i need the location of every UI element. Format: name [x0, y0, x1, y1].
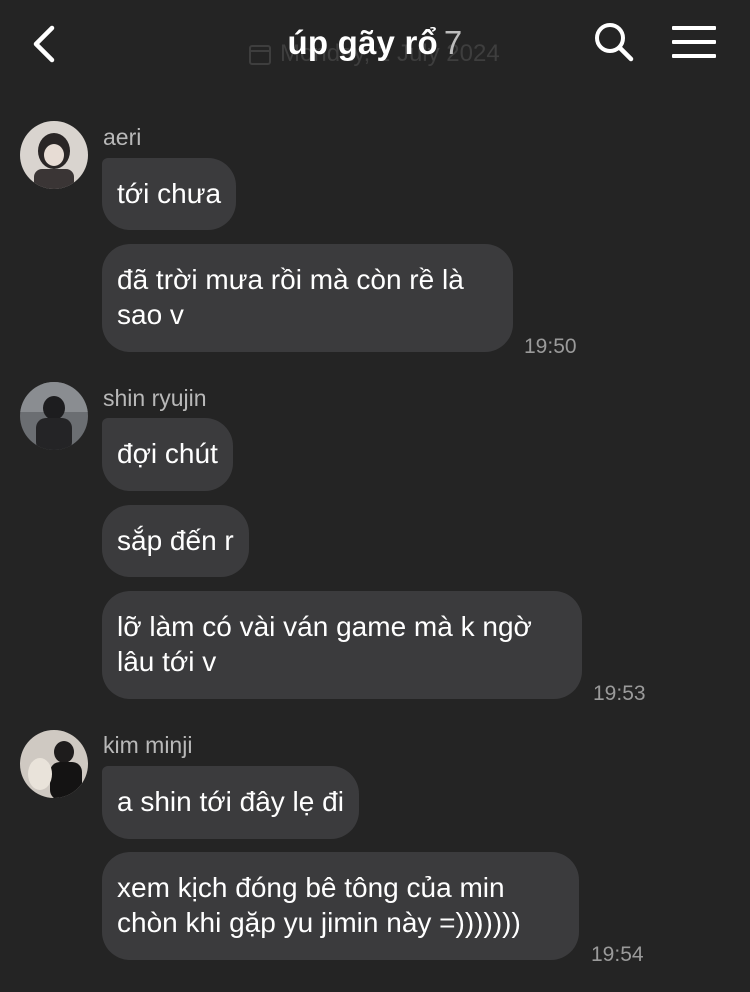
search-icon — [595, 23, 634, 62]
chat-header: Monday, 1 July 2024 úp gãy rổ 7 — [0, 0, 750, 92]
message-bubble[interactable]: lỡ làm có vài ván game mà k ngờ lâu tới … — [102, 591, 582, 699]
member-count: 7 — [443, 24, 463, 61]
message-bubble[interactable]: xem kịch đóng bê tông của min chòn khi g… — [102, 852, 579, 960]
avatar-aeri[interactable] — [20, 121, 88, 189]
avatar-image — [20, 730, 88, 798]
message-timestamp: 19:54 — [591, 943, 644, 966]
message-timestamp: 19:50 — [524, 335, 577, 358]
message-bubble[interactable]: a shin tới đây lẹ đi — [102, 766, 359, 839]
message-bubble[interactable]: tới chưa — [102, 158, 237, 230]
avatar-image — [20, 121, 88, 189]
avatar-image — [20, 382, 88, 450]
message-bubble[interactable]: đã trời mưa rồi mà còn rề là sao v — [102, 244, 513, 352]
menu-button[interactable] — [672, 26, 716, 60]
sender-name: aeri — [103, 124, 142, 150]
chat-title[interactable]: úp gãy rổ 7 — [0, 24, 750, 62]
menu-icon — [672, 26, 716, 58]
search-button[interactable] — [594, 22, 634, 62]
message-bubble[interactable]: đợi chút — [102, 418, 233, 491]
avatar-shin-ryujin[interactable] — [20, 382, 88, 450]
message-bubble[interactable]: sắp đến r — [102, 505, 249, 577]
sender-name: kim minji — [103, 732, 193, 758]
message-timestamp: 19:53 — [593, 682, 646, 705]
avatar-kim-minji[interactable] — [20, 730, 88, 798]
group-name: úp gãy rổ — [287, 24, 438, 61]
sender-name: shin ryujin — [103, 385, 207, 411]
